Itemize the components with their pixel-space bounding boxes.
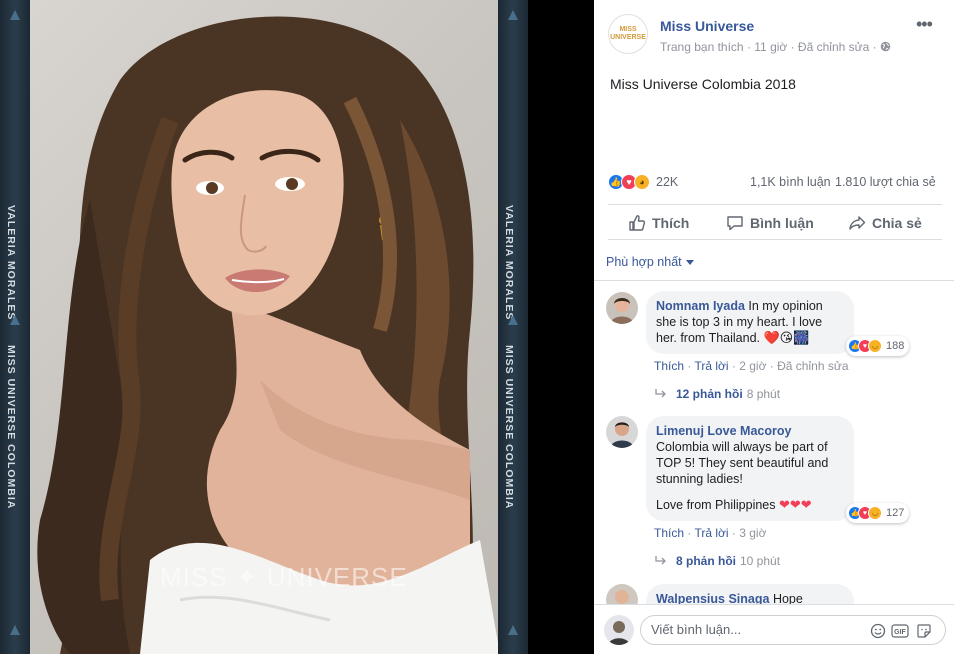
comment-author-link[interactable]: Limenuj Love Macoroy [656, 424, 791, 438]
reply-arrow-icon [655, 556, 666, 565]
like-label: Thích [652, 215, 690, 231]
reply-arrow-icon [655, 389, 666, 398]
post-meta-text: Trang bạn thích · 11 giờ · Đã chỉnh sửa … [660, 40, 877, 54]
comment-reaction-count: 127 [886, 507, 905, 519]
border-text: MISS UNIVERSE COLOMBIA [5, 345, 17, 510]
comment-edited: Đã chỉnh sửa [777, 359, 849, 373]
comment-reaction-count: 188 [886, 340, 905, 352]
commenter-avatar[interactable] [606, 416, 638, 448]
comment-reactions[interactable]: 👍 ♥ ◡ 127 [846, 503, 910, 523]
replies-ago: 8 phút [746, 387, 781, 401]
comment-time[interactable]: 2 giờ [739, 359, 766, 373]
current-user-avatar [604, 615, 634, 645]
comment-bubble: Limenuj Love Macoroy Colombia will alway… [646, 416, 854, 521]
photo-viewer[interactable]: MISS ✦ UNIVERSE VALERIA MORALES MISS UNI… [0, 0, 594, 654]
like-button[interactable]: Thích [628, 214, 689, 232]
chevron-down-icon [685, 260, 694, 266]
more-options-icon[interactable]: ••• [916, 14, 933, 35]
comment-like-link[interactable]: Thích [654, 526, 684, 540]
comment-bubble: Nomnam Iyada In my opinion she is top 3 … [646, 291, 854, 354]
portrait-illustration [37, 16, 500, 654]
share-button[interactable]: Chia sẻ [848, 214, 922, 232]
post-header: MISS UNIVERSE Miss Universe Trang bạn th… [594, 0, 954, 70]
comment-icon [727, 216, 743, 231]
divider [594, 280, 954, 281]
comment-input[interactable] [651, 622, 851, 637]
comment-meta: Thích · Trả lời · 2 giờ · Đã chỉnh sửa [654, 359, 849, 373]
comment-emoji: ❤️😘🎆 [763, 331, 810, 346]
comment-label: Bình luận [750, 215, 814, 231]
page-avatar[interactable]: MISS UNIVERSE [608, 14, 648, 54]
border-text: MISS UNIVERSE COLOMBIA [503, 345, 515, 510]
sort-label: Phù hợp nhất [606, 255, 682, 269]
photo-border-right: VALERIA MORALES MISS UNIVERSE COLOMBIA [498, 0, 528, 654]
post-action-bar: Thích Bình luận Chia sẻ [608, 204, 942, 240]
comment-button[interactable]: Bình luận [726, 214, 814, 232]
replies-count: 8 phản hồi [676, 554, 736, 568]
comment-reactions[interactable]: 👍 ♥ ◡ 188 [846, 336, 910, 356]
thumbs-up-icon [629, 215, 646, 231]
emoji-icon[interactable] [869, 622, 887, 640]
comment-time[interactable]: 3 giờ [739, 526, 766, 540]
comment-input-wrapper: GIF [640, 615, 946, 645]
comment-author-link[interactable]: Nomnam Iyada [656, 299, 745, 313]
share-label: Chia sẻ [872, 215, 922, 231]
photo-theater: MISS ✦ UNIVERSE VALERIA MORALES MISS UNI… [0, 0, 954, 654]
comment-like-link[interactable]: Thích [654, 359, 684, 373]
post-sidebar: MISS UNIVERSE Miss Universe Trang bạn th… [594, 0, 954, 654]
page-logo-text: MISS UNIVERSE [610, 26, 646, 41]
view-replies-link[interactable]: 8 phản hồi 10 phút [654, 554, 780, 568]
globe-icon [880, 41, 891, 52]
comment-reply-link[interactable]: Trả lời [694, 526, 728, 540]
post-photo: MISS ✦ UNIVERSE VALERIA MORALES MISS UNI… [0, 0, 528, 654]
comment-meta: Thích · Trả lời · 3 giờ [654, 526, 767, 540]
sticker-icon[interactable] [915, 622, 933, 640]
replies-count: 12 phản hồi [676, 387, 743, 401]
comment-sort-dropdown[interactable]: Phù hợp nhất [606, 255, 694, 269]
border-text: VALERIA MORALES [5, 205, 17, 321]
photo-border-left: VALERIA MORALES MISS UNIVERSE COLOMBIA [0, 0, 30, 654]
reaction-count[interactable]: 22K [656, 175, 678, 189]
commenter-avatar[interactable] [606, 292, 638, 324]
comment-reply-link[interactable]: Trả lời [694, 359, 728, 373]
comment-text: Colombia will always be part of TOP 5! T… [656, 440, 829, 486]
border-text: VALERIA MORALES [503, 205, 515, 321]
shares-count-link[interactable]: 1.810 lượt chia sẻ [835, 175, 936, 189]
comments-count-link[interactable]: 1,1K bình luận [750, 175, 831, 189]
reaction-summary: 👍 ♥ ◕ 22K 1,1K bình luận 1.810 lượt chia… [608, 174, 942, 192]
share-icon [849, 216, 866, 230]
replies-ago: 10 phút [740, 554, 781, 568]
comment-text-2: Love from Philippines [656, 498, 776, 512]
svg-text:GIF: GIF [894, 629, 906, 636]
post-caption: Miss Universe Colombia 2018 [610, 76, 796, 92]
photo-watermark: MISS ✦ UNIVERSE [160, 562, 408, 592]
view-replies-link[interactable]: 12 phản hồi 8 phút [654, 387, 780, 401]
page-name-link[interactable]: Miss Universe [660, 18, 754, 34]
haha-reaction-icon: ◡ [868, 506, 882, 520]
gif-icon[interactable]: GIF [891, 622, 909, 640]
wow-reaction-icon[interactable]: ◕ [634, 174, 650, 190]
comment-composer: GIF [594, 604, 954, 654]
post-meta: Trang bạn thích · 11 giờ · Đã chỉnh sửa … [660, 40, 891, 54]
comment-emoji: ❤❤❤ [779, 498, 812, 513]
haha-reaction-icon: ◡ [868, 339, 882, 353]
